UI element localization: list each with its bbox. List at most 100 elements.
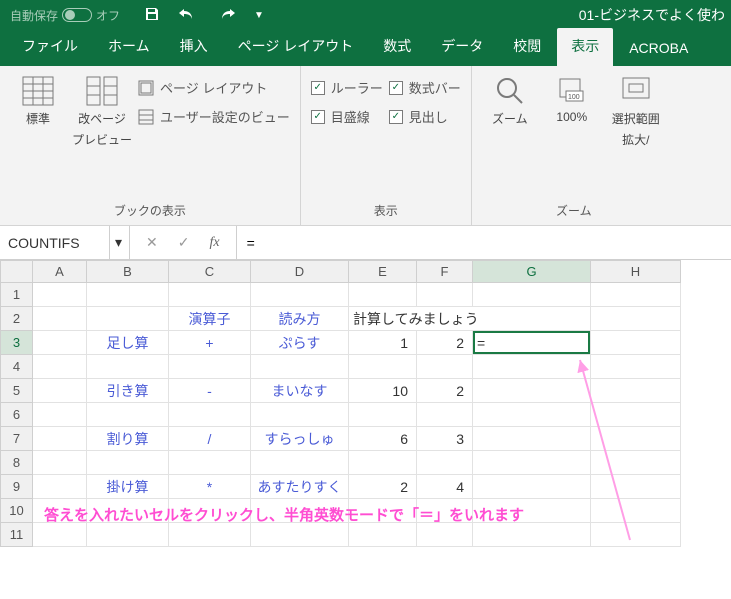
tab-insert[interactable]: 挿入 bbox=[166, 28, 222, 66]
cell[interactable]: 2 bbox=[417, 331, 473, 355]
cell[interactable] bbox=[349, 451, 417, 475]
fx-icon[interactable]: fx bbox=[209, 235, 219, 251]
cell[interactable] bbox=[591, 403, 681, 427]
cell[interactable] bbox=[87, 523, 169, 547]
cell[interactable] bbox=[591, 523, 681, 547]
gridlines-checkbox[interactable]: ✓目盛線 bbox=[311, 107, 383, 126]
cell[interactable] bbox=[33, 427, 87, 451]
cell[interactable] bbox=[251, 355, 349, 379]
cell[interactable] bbox=[251, 403, 349, 427]
cell[interactable] bbox=[591, 307, 681, 331]
column-header[interactable]: G bbox=[473, 261, 591, 283]
cell[interactable] bbox=[169, 451, 251, 475]
save-icon[interactable] bbox=[144, 6, 160, 25]
row-header[interactable]: 6 bbox=[1, 403, 33, 427]
cell[interactable] bbox=[591, 331, 681, 355]
cell[interactable] bbox=[33, 355, 87, 379]
cell[interactable]: 6 bbox=[349, 427, 417, 451]
row-header[interactable]: 11 bbox=[1, 523, 33, 547]
cell[interactable] bbox=[33, 475, 87, 499]
row-header[interactable]: 5 bbox=[1, 379, 33, 403]
cell[interactable]: / bbox=[169, 427, 251, 451]
cell[interactable] bbox=[87, 307, 169, 331]
row-header[interactable]: 7 bbox=[1, 427, 33, 451]
cell[interactable] bbox=[33, 379, 87, 403]
headings-checkbox[interactable]: ✓見出し bbox=[389, 107, 461, 126]
cell[interactable] bbox=[33, 307, 87, 331]
tab-pagelayout[interactable]: ページ レイアウト bbox=[224, 28, 368, 66]
chevron-down-icon[interactable]: ▾ bbox=[109, 226, 127, 259]
cell[interactable] bbox=[591, 451, 681, 475]
row-header[interactable]: 9 bbox=[1, 475, 33, 499]
cell[interactable]: 3 bbox=[417, 427, 473, 451]
cell[interactable] bbox=[473, 451, 591, 475]
cell[interactable]: 掛け算 bbox=[87, 475, 169, 499]
cell[interactable] bbox=[87, 355, 169, 379]
cell[interactable] bbox=[169, 403, 251, 427]
cell[interactable] bbox=[591, 499, 681, 523]
cell[interactable] bbox=[591, 379, 681, 403]
row-header[interactable]: 1 bbox=[1, 283, 33, 307]
cell[interactable] bbox=[591, 427, 681, 451]
enter-icon[interactable]: ✓ bbox=[178, 234, 190, 251]
cell[interactable]: まいなす bbox=[251, 379, 349, 403]
cell[interactable] bbox=[417, 403, 473, 427]
cell[interactable] bbox=[591, 475, 681, 499]
cell[interactable] bbox=[473, 355, 591, 379]
cancel-icon[interactable]: ✕ bbox=[146, 234, 158, 251]
cell[interactable] bbox=[349, 523, 417, 547]
cell[interactable] bbox=[349, 403, 417, 427]
worksheet-grid[interactable]: ABCDEFGH12演算子読み方計算してみましょう3足し算+ぷらす12=45引き… bbox=[0, 260, 731, 547]
redo-icon[interactable] bbox=[216, 6, 236, 25]
tab-view[interactable]: 表示 bbox=[557, 28, 613, 66]
cell[interactable] bbox=[473, 475, 591, 499]
cell[interactable] bbox=[251, 283, 349, 307]
cell[interactable]: すらっしゅ bbox=[251, 427, 349, 451]
cell[interactable] bbox=[591, 283, 681, 307]
cell[interactable]: 読み方 bbox=[251, 307, 349, 331]
cell[interactable]: 引き算 bbox=[87, 379, 169, 403]
cell[interactable]: 1 bbox=[349, 331, 417, 355]
cell[interactable] bbox=[33, 451, 87, 475]
cell[interactable] bbox=[33, 523, 87, 547]
column-header[interactable]: C bbox=[169, 261, 251, 283]
ruler-checkbox[interactable]: ✓ルーラー bbox=[311, 78, 383, 97]
cell[interactable]: - bbox=[169, 379, 251, 403]
row-header[interactable]: 8 bbox=[1, 451, 33, 475]
cell[interactable] bbox=[417, 451, 473, 475]
cell[interactable] bbox=[169, 283, 251, 307]
zoom-selection-button[interactable]: 選択範囲 拡大/ bbox=[606, 72, 666, 200]
cell[interactable] bbox=[87, 451, 169, 475]
select-all-corner[interactable] bbox=[1, 261, 33, 283]
cell[interactable] bbox=[87, 283, 169, 307]
cell[interactable]: 2 bbox=[349, 475, 417, 499]
qat-dropdown-icon[interactable]: ▼ bbox=[254, 10, 264, 21]
cell[interactable]: + bbox=[169, 331, 251, 355]
cell[interactable]: 割り算 bbox=[87, 427, 169, 451]
cell[interactable] bbox=[349, 355, 417, 379]
column-header[interactable]: E bbox=[349, 261, 417, 283]
cell[interactable] bbox=[591, 355, 681, 379]
cell[interactable] bbox=[473, 379, 591, 403]
column-header[interactable]: D bbox=[251, 261, 349, 283]
cell[interactable] bbox=[33, 283, 87, 307]
cell[interactable] bbox=[251, 451, 349, 475]
row-header[interactable]: 10 bbox=[1, 499, 33, 523]
cell[interactable] bbox=[417, 283, 473, 307]
cell[interactable] bbox=[473, 283, 591, 307]
cell[interactable] bbox=[169, 355, 251, 379]
custom-views-button[interactable]: ユーザー設定のビュー bbox=[138, 107, 290, 126]
cell[interactable]: ぷらす bbox=[251, 331, 349, 355]
view-normal-button[interactable]: 標準 bbox=[10, 72, 66, 200]
cell[interactable]: 演算子 bbox=[169, 307, 251, 331]
page-layout-button[interactable]: ページ レイアウト bbox=[138, 78, 290, 97]
row-header[interactable]: 4 bbox=[1, 355, 33, 379]
cell[interactable] bbox=[473, 403, 591, 427]
view-pagebreak-button[interactable]: 改ページ プレビュー bbox=[72, 72, 132, 200]
cell[interactable]: = bbox=[473, 331, 591, 355]
tab-review[interactable]: 校閲 bbox=[499, 28, 555, 66]
row-header[interactable]: 3 bbox=[1, 331, 33, 355]
cell[interactable] bbox=[349, 283, 417, 307]
cell[interactable]: * bbox=[169, 475, 251, 499]
cell[interactable] bbox=[87, 403, 169, 427]
